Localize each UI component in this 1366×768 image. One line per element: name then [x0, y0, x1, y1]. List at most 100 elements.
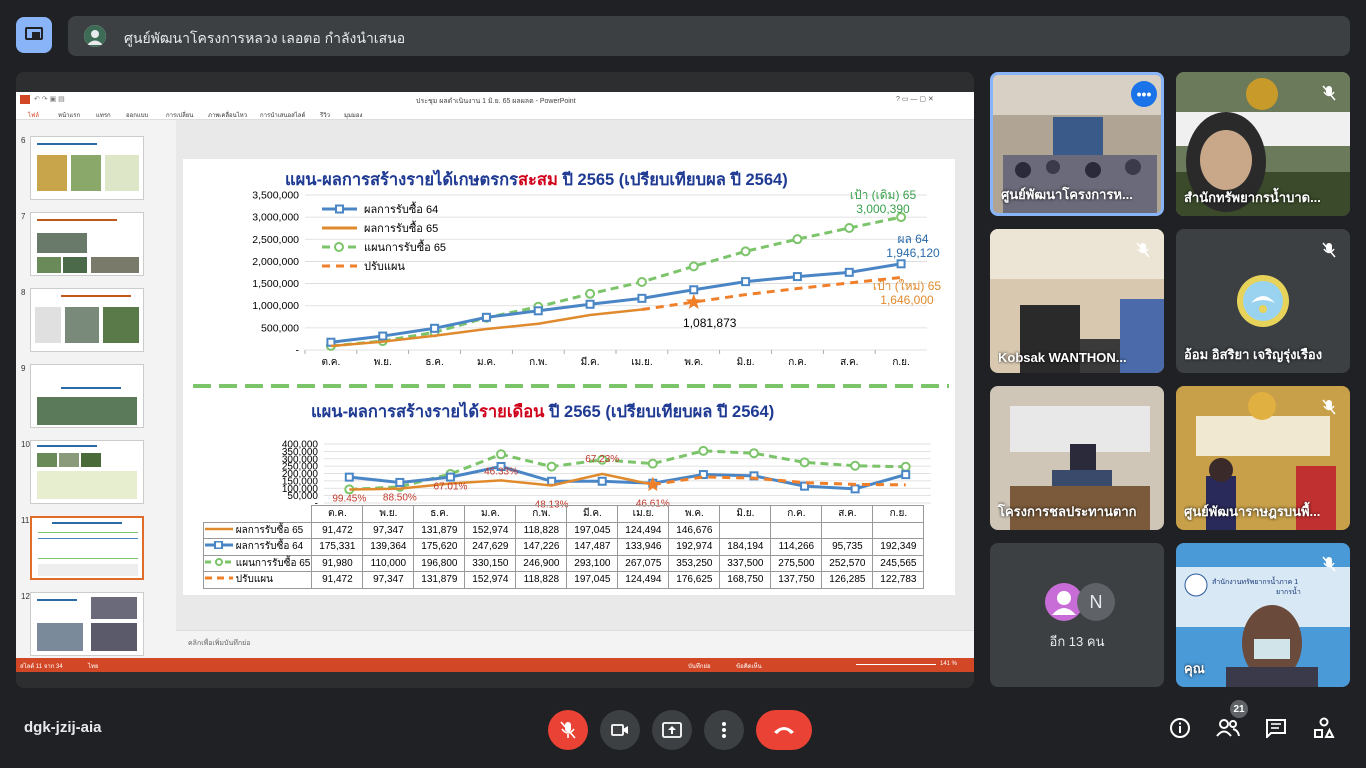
y-tick-label: 3,500,000: [252, 190, 299, 202]
data-point: [900, 461, 911, 472]
table-row-label: แผนการรับซื้อ 65: [202, 554, 313, 572]
table-cell: 267,075: [617, 554, 670, 572]
slide-thumbnail[interactable]: [30, 592, 144, 656]
table-cell: 97,347: [362, 521, 415, 539]
camera-toggle-button[interactable]: [600, 710, 640, 750]
mic-off-icon: [1318, 396, 1340, 418]
table-cell: 147,487: [566, 538, 619, 556]
table-cell: 168,750: [719, 571, 772, 589]
table-header-cell: พ.ย.: [362, 505, 415, 523]
participant-tile[interactable]: สำนักทรัพยากรน้ำบาด...: [1176, 72, 1350, 216]
self-tile[interactable]: สำนักงานทรัพยากรน้ำภาค 1 ยากรน้ำ คุณ: [1176, 543, 1350, 687]
ribbon-tab-transitions[interactable]: การเปลี่ยน: [166, 110, 193, 120]
thumbnail-number: 6: [21, 136, 26, 145]
table-cell: 147,226: [515, 538, 568, 556]
table-row: แผนการรับซื้อ 65 91,980 110,000 196,800 330,…: [202, 554, 925, 572]
slide-thumbnail[interactable]: [30, 288, 144, 352]
ribbon-tab-slideshow[interactable]: การนำเสนอสไลด์: [260, 110, 305, 120]
data-point: [585, 299, 595, 309]
percent-label: 67.23%: [585, 454, 619, 465]
mic-off-icon: [1318, 553, 1340, 575]
x-tick-label: มิ.ย.: [737, 357, 755, 368]
slide-thumbnail[interactable]: [30, 212, 144, 276]
ribbon-tab-insert[interactable]: แทรก: [96, 110, 111, 120]
data-point: [688, 261, 699, 272]
data-label: 1,081,873: [683, 316, 737, 330]
table-cell: 91,472: [311, 521, 364, 539]
table-cell: 196,800: [413, 554, 466, 572]
data-point: [445, 472, 455, 482]
ribbon-tab-view[interactable]: มุมมอง: [344, 110, 362, 120]
present-screen-button[interactable]: [652, 710, 692, 750]
table-cell: 118,828: [515, 571, 568, 589]
data-point: [844, 267, 854, 277]
table-cell: 122,783: [872, 571, 925, 589]
more-options-icon[interactable]: •••: [1131, 81, 1157, 107]
thumbnail-number: 8: [21, 288, 26, 297]
thumbnail-number: 11: [21, 516, 30, 525]
x-tick-label: พ.ค.: [684, 357, 703, 368]
others-tile[interactable]: N อีก 13 คน: [990, 543, 1164, 687]
data-point: [740, 246, 751, 257]
status-comments-button[interactable]: ข้อคิดเห็น: [736, 661, 762, 671]
legend-label: แผนการรับซื้อ 65: [364, 239, 446, 254]
participant-tile[interactable]: Kobsak WANTHON...: [990, 229, 1164, 373]
table-cell: 247,629: [464, 538, 517, 556]
ribbon-tab-home[interactable]: หน้าแรก: [58, 110, 80, 120]
table-cell: 137,750: [770, 571, 823, 589]
participant-name: ศูนย์พัฒนาโครงการห...: [1001, 187, 1133, 202]
mic-off-icon: [1318, 239, 1340, 261]
notes-placeholder[interactable]: คลิกเพื่อเพิ่มบันทึกย่อ: [188, 638, 250, 649]
table-cell: [821, 521, 874, 539]
table-cell: 293,100: [566, 554, 619, 572]
ribbon-tab-review[interactable]: รีวิว: [320, 110, 330, 120]
series-line: [330, 215, 902, 348]
table-cell: 337,500: [719, 554, 772, 572]
legend-label: ผลการรับซื้อ 64: [364, 201, 438, 216]
ribbon-tab-file[interactable]: ไฟล์: [28, 110, 39, 120]
table-cell: 95,735: [821, 538, 874, 556]
presentation-icon-button[interactable]: [16, 17, 52, 53]
presentation-icon: [25, 27, 43, 40]
table-cell: 184,194: [719, 538, 772, 556]
participant-tile[interactable]: โครงการชลประทานตาก: [990, 386, 1164, 530]
participant-name: สำนักทรัพยากรน้ำบาด...: [1184, 190, 1321, 205]
participant-tile[interactable]: อ้อม อิสริยา เจริญรุ่งเรือง: [1176, 229, 1350, 373]
slide-thumbnail[interactable]: [30, 136, 144, 200]
chat-button[interactable]: [1260, 712, 1292, 744]
slide-thumbnail[interactable]: [30, 364, 144, 428]
table-cell: 124,494: [617, 571, 670, 589]
status-notes-button[interactable]: บันทึกย่อ: [688, 661, 711, 671]
zoom-slider[interactable]: [856, 664, 936, 665]
presenter-avatar: [84, 25, 106, 47]
activities-button[interactable]: [1308, 712, 1340, 744]
table-header-cell: ส.ค.: [821, 505, 874, 523]
participant-tile[interactable]: ••• ศูนย์พัฒนาโครงการห...: [990, 72, 1164, 216]
slide-thumbnail[interactable]: [30, 440, 144, 504]
quick-access-toolbar[interactable]: ↶ ↷ ▣ ▤: [34, 95, 94, 103]
more-options-button[interactable]: [704, 710, 744, 750]
window-controls[interactable]: ? ▭ — ▢ ✕: [896, 95, 934, 103]
status-slide-count: สไลด์ 11 จาก 34: [20, 664, 63, 670]
end-call-button[interactable]: [756, 710, 812, 750]
status-zoom[interactable]: 141 %: [940, 661, 957, 667]
participant-tile[interactable]: ศูนย์พัฒนาราษฎรบนพื้...: [1176, 386, 1350, 530]
x-tick-label: เม.ย.: [631, 357, 652, 368]
notes-pane[interactable]: [176, 630, 974, 658]
data-point: [850, 484, 860, 494]
table-cell: 118,828: [515, 521, 568, 539]
data-point: [792, 234, 803, 245]
table-cell: 176,625: [668, 571, 721, 589]
ribbon-tab-animations[interactable]: ภาพเคลื่อนไหว: [208, 110, 247, 120]
table-cell: 197,045: [566, 521, 619, 539]
mic-toggle-button[interactable]: [548, 710, 588, 750]
table-cell: 245,565: [872, 554, 925, 572]
table-cell: 126,285: [821, 571, 874, 589]
percent-label: 67.01%: [433, 482, 467, 493]
mic-off-icon: [560, 721, 576, 739]
table-header-cell: ก.ค.: [770, 505, 823, 523]
slide-thumbnail-selected[interactable]: [30, 516, 144, 580]
ribbon-tab-design[interactable]: ออกแบบ: [126, 110, 148, 120]
meeting-info-button[interactable]: [1164, 712, 1196, 744]
x-tick-label: มี.ค.: [581, 356, 600, 368]
